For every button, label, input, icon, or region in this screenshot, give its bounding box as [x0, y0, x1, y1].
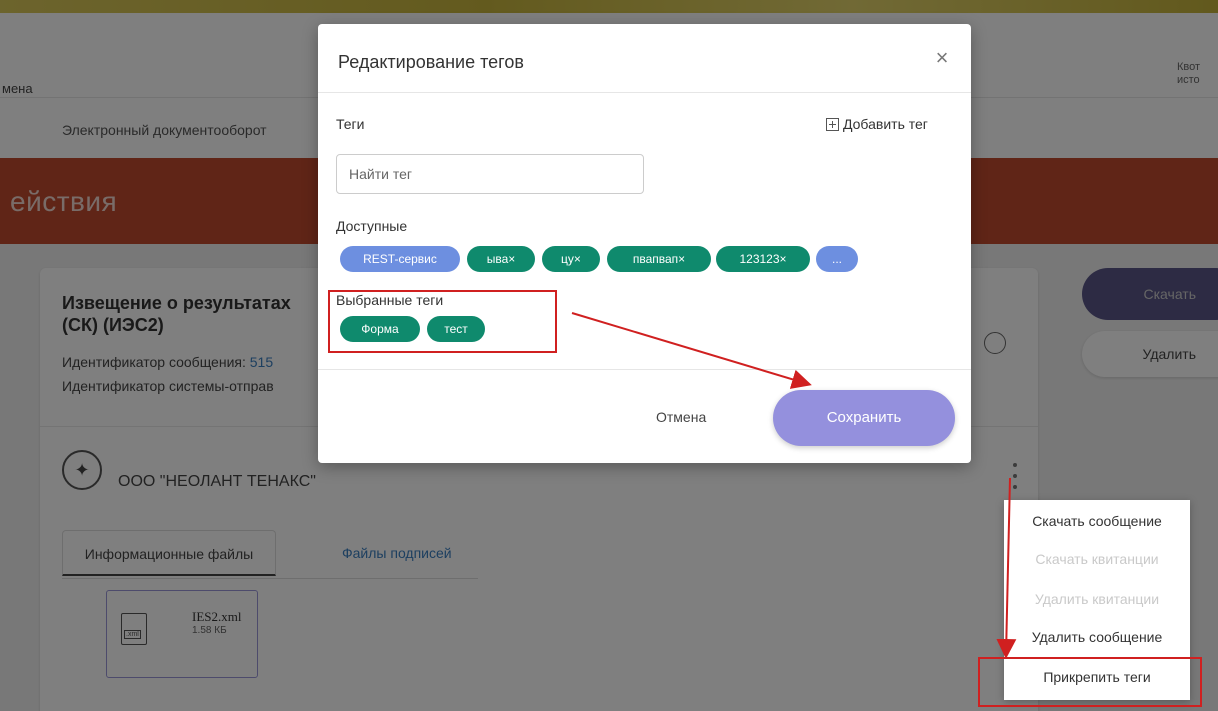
tag-search-input[interactable]: [336, 154, 644, 194]
tag-chip-available[interactable]: пвапвап×: [607, 246, 711, 272]
close-icon[interactable]: ×: [932, 46, 952, 70]
plus-icon: [826, 117, 839, 131]
tag-chip-available[interactable]: 123123×: [716, 246, 810, 272]
modal-footer-divider: [318, 369, 971, 370]
menu-item-download-receipts: Скачать квитанции: [1035, 551, 1159, 567]
tags-label: Теги: [336, 116, 365, 132]
edit-tags-modal: Редактирование тегов × Теги Добавить тег…: [318, 24, 971, 463]
annotation-box-attach-tags: [978, 657, 1202, 707]
modal-title: Редактирование тегов: [338, 52, 524, 72]
tag-chip-available[interactable]: ыва×: [467, 246, 535, 272]
menu-item-download-message[interactable]: Скачать сообщение: [1004, 502, 1190, 540]
tag-chip-available[interactable]: REST-сервис: [340, 246, 460, 272]
modal-header-divider: [318, 92, 971, 93]
available-tags-label: Доступные: [336, 218, 408, 234]
annotation-box-selected-tags: [328, 290, 557, 353]
add-tag-button[interactable]: Добавить тег: [826, 116, 928, 132]
add-tag-label: Добавить тег: [843, 116, 928, 132]
menu-item-delete-receipts: Удалить квитанции: [1034, 591, 1160, 607]
page: мена Квот исто Электронный документообор…: [0, 0, 1218, 711]
more-tags-button[interactable]: ...: [816, 246, 858, 272]
cancel-button[interactable]: Отмена: [656, 409, 706, 425]
menu-item-delete-message[interactable]: Удалить сообщение: [1004, 618, 1190, 656]
save-button[interactable]: Сохранить: [773, 390, 955, 446]
tag-chip-available[interactable]: цу×: [542, 246, 600, 272]
